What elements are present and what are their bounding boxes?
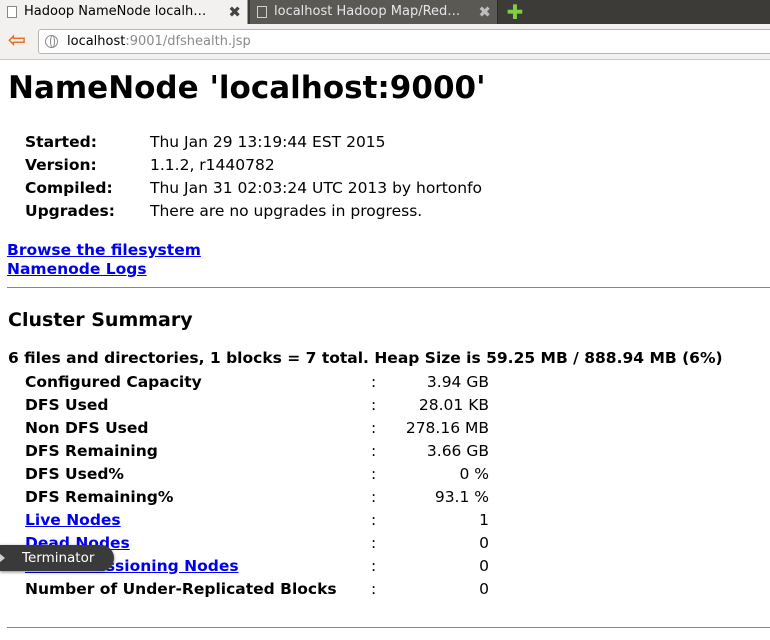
stat-separator: : <box>371 510 377 529</box>
table-row: DFS Remaining% : 93.1 % <box>25 485 489 508</box>
info-value: Thu Jan 31 02:03:24 UTC 2013 by hortonfo <box>150 178 483 197</box>
stat-label: DFS Remaining% <box>25 487 174 506</box>
info-row: Upgrades: There are no upgrades in progr… <box>25 199 482 222</box>
stat-value: 0 <box>479 556 489 575</box>
url-bar[interactable]: localhost:9001/dfshealth.jsp <box>38 29 770 54</box>
launcher-tooltip: Terminator <box>0 545 115 571</box>
url-host: localhost <box>67 34 126 49</box>
info-label: Upgrades: <box>25 201 115 220</box>
stat-label: DFS Used% <box>25 464 124 483</box>
info-label: Compiled: <box>25 178 113 197</box>
stat-label: Number of Under-Replicated Blocks <box>25 579 337 598</box>
info-label: Version: <box>25 155 97 174</box>
stat-separator: : <box>371 533 377 552</box>
globe-icon <box>45 35 58 48</box>
stat-label-cell: Live Nodes <box>25 508 371 531</box>
page-content: NameNode 'localhost:9000' Started: Thu J… <box>0 60 770 640</box>
page-icon <box>257 6 267 18</box>
live-nodes-link[interactable]: Live Nodes <box>25 511 121 529</box>
url-text[interactable]: localhost:9001/dfshealth.jsp <box>67 30 251 53</box>
page-icon <box>7 6 17 18</box>
info-label: Started: <box>25 132 97 151</box>
stat-label: DFS Used <box>25 395 109 414</box>
info-row: Started: Thu Jan 29 13:19:44 EST 2015 <box>25 130 482 153</box>
info-value: Thu Jan 29 13:19:44 EST 2015 <box>150 132 386 151</box>
stat-separator: : <box>371 579 377 598</box>
stat-value: 0 <box>479 533 489 552</box>
stat-value: 3.94 GB <box>426 372 489 391</box>
divider <box>7 287 770 288</box>
stat-separator: : <box>371 441 377 460</box>
namenode-info-table: Started: Thu Jan 29 13:19:44 EST 2015 Ve… <box>25 130 482 222</box>
table-row: DFS Remaining : 3.66 GB <box>25 439 489 462</box>
table-row: Number of Under-Replicated Blocks : 0 <box>25 577 489 600</box>
tab-title: localhost Hadoop Map/Red… <box>274 4 461 19</box>
stat-label: Non DFS Used <box>25 418 149 437</box>
tab-namenode[interactable]: Hadoop NameNode localh… ✖ <box>0 0 248 24</box>
stat-value: 0 <box>479 579 489 598</box>
close-icon[interactable]: ✖ <box>228 0 241 24</box>
page-links: Browse the filesystem Namenode Logs <box>7 241 201 279</box>
info-row: Version: 1.1.2, r1440782 <box>25 153 482 176</box>
stat-label: Configured Capacity <box>25 372 202 391</box>
navigation-bar: ⇦ localhost:9001/dfshealth.jsp <box>0 24 770 60</box>
table-row: Configured Capacity : 3.94 GB <box>25 370 489 393</box>
stat-separator: : <box>371 556 377 575</box>
stat-value: 28.01 KB <box>418 395 489 414</box>
close-icon[interactable]: ✖ <box>478 0 491 24</box>
info-row: Compiled: Thu Jan 31 02:03:24 UTC 2013 b… <box>25 176 482 199</box>
stat-value: 3.66 GB <box>426 441 489 460</box>
namenode-logs-link[interactable]: Namenode Logs <box>7 260 201 279</box>
tab-strip: Hadoop NameNode localh… ✖ localhost Hado… <box>0 0 770 24</box>
table-row: DFS Used : 28.01 KB <box>25 393 489 416</box>
stat-label: DFS Remaining <box>25 441 158 460</box>
tab-mapred[interactable]: localhost Hadoop Map/Red… ✖ <box>250 0 498 24</box>
info-value: 1.1.2, r1440782 <box>150 155 275 174</box>
stat-value: 0 % <box>459 464 489 483</box>
new-tab-plus-icon[interactable]: ✚ <box>502 1 528 23</box>
info-value: There are no upgrades in progress. <box>150 201 423 220</box>
stat-separator: : <box>371 464 377 483</box>
back-arrow-icon[interactable]: ⇦ <box>4 30 30 52</box>
page-title: NameNode 'localhost:9000' <box>8 70 486 106</box>
stat-separator: : <box>371 418 377 437</box>
stat-separator: : <box>371 487 377 506</box>
tab-title: Hadoop NameNode localh… <box>24 4 207 19</box>
table-row: Live Nodes : 1 <box>25 508 489 531</box>
stat-value: 278.16 MB <box>405 418 489 437</box>
table-row: Non DFS Used : 278.16 MB <box>25 416 489 439</box>
summary-line: 6 files and directories, 1 blocks = 7 to… <box>8 349 723 367</box>
cluster-summary-heading: Cluster Summary <box>8 309 193 331</box>
stat-value: 93.1 % <box>434 487 489 506</box>
url-path: :9001/dfshealth.jsp <box>125 34 251 49</box>
table-row: DFS Used% : 0 % <box>25 462 489 485</box>
stat-separator: : <box>371 372 377 391</box>
browse-filesystem-link[interactable]: Browse the filesystem <box>7 241 201 260</box>
divider <box>7 627 770 628</box>
stat-separator: : <box>371 395 377 414</box>
stat-value: 1 <box>479 510 489 529</box>
